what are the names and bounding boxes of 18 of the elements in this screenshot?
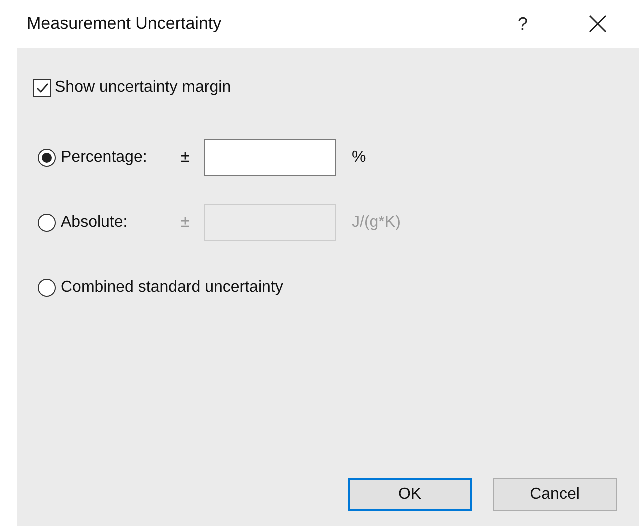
help-button[interactable]: ?: [508, 14, 538, 34]
radio-label: Percentage:: [61, 148, 148, 166]
unit-label: J/(g*K): [352, 214, 401, 232]
checkbox-label: Show uncertainty margin: [55, 79, 232, 97]
radio-label: Combined standard uncertainty: [61, 278, 284, 296]
radio-label: Absolute:: [61, 214, 128, 232]
plus-minus-sign: ±: [181, 148, 191, 166]
plus-minus-sign: ±: [181, 214, 191, 232]
checkbox[interactable]: [33, 79, 51, 97]
radio-button[interactable]: [38, 214, 56, 232]
input-field[interactable]: [204, 139, 336, 176]
close-icon: [589, 15, 607, 33]
radio-button[interactable]: [38, 148, 56, 166]
window-title: Measurement Uncertainty: [27, 14, 223, 34]
radio-button[interactable]: [38, 278, 56, 296]
unit-label: %: [352, 148, 366, 166]
dialog-button[interactable]: OK: [348, 478, 472, 511]
dialog-button[interactable]: Cancel: [493, 478, 617, 511]
